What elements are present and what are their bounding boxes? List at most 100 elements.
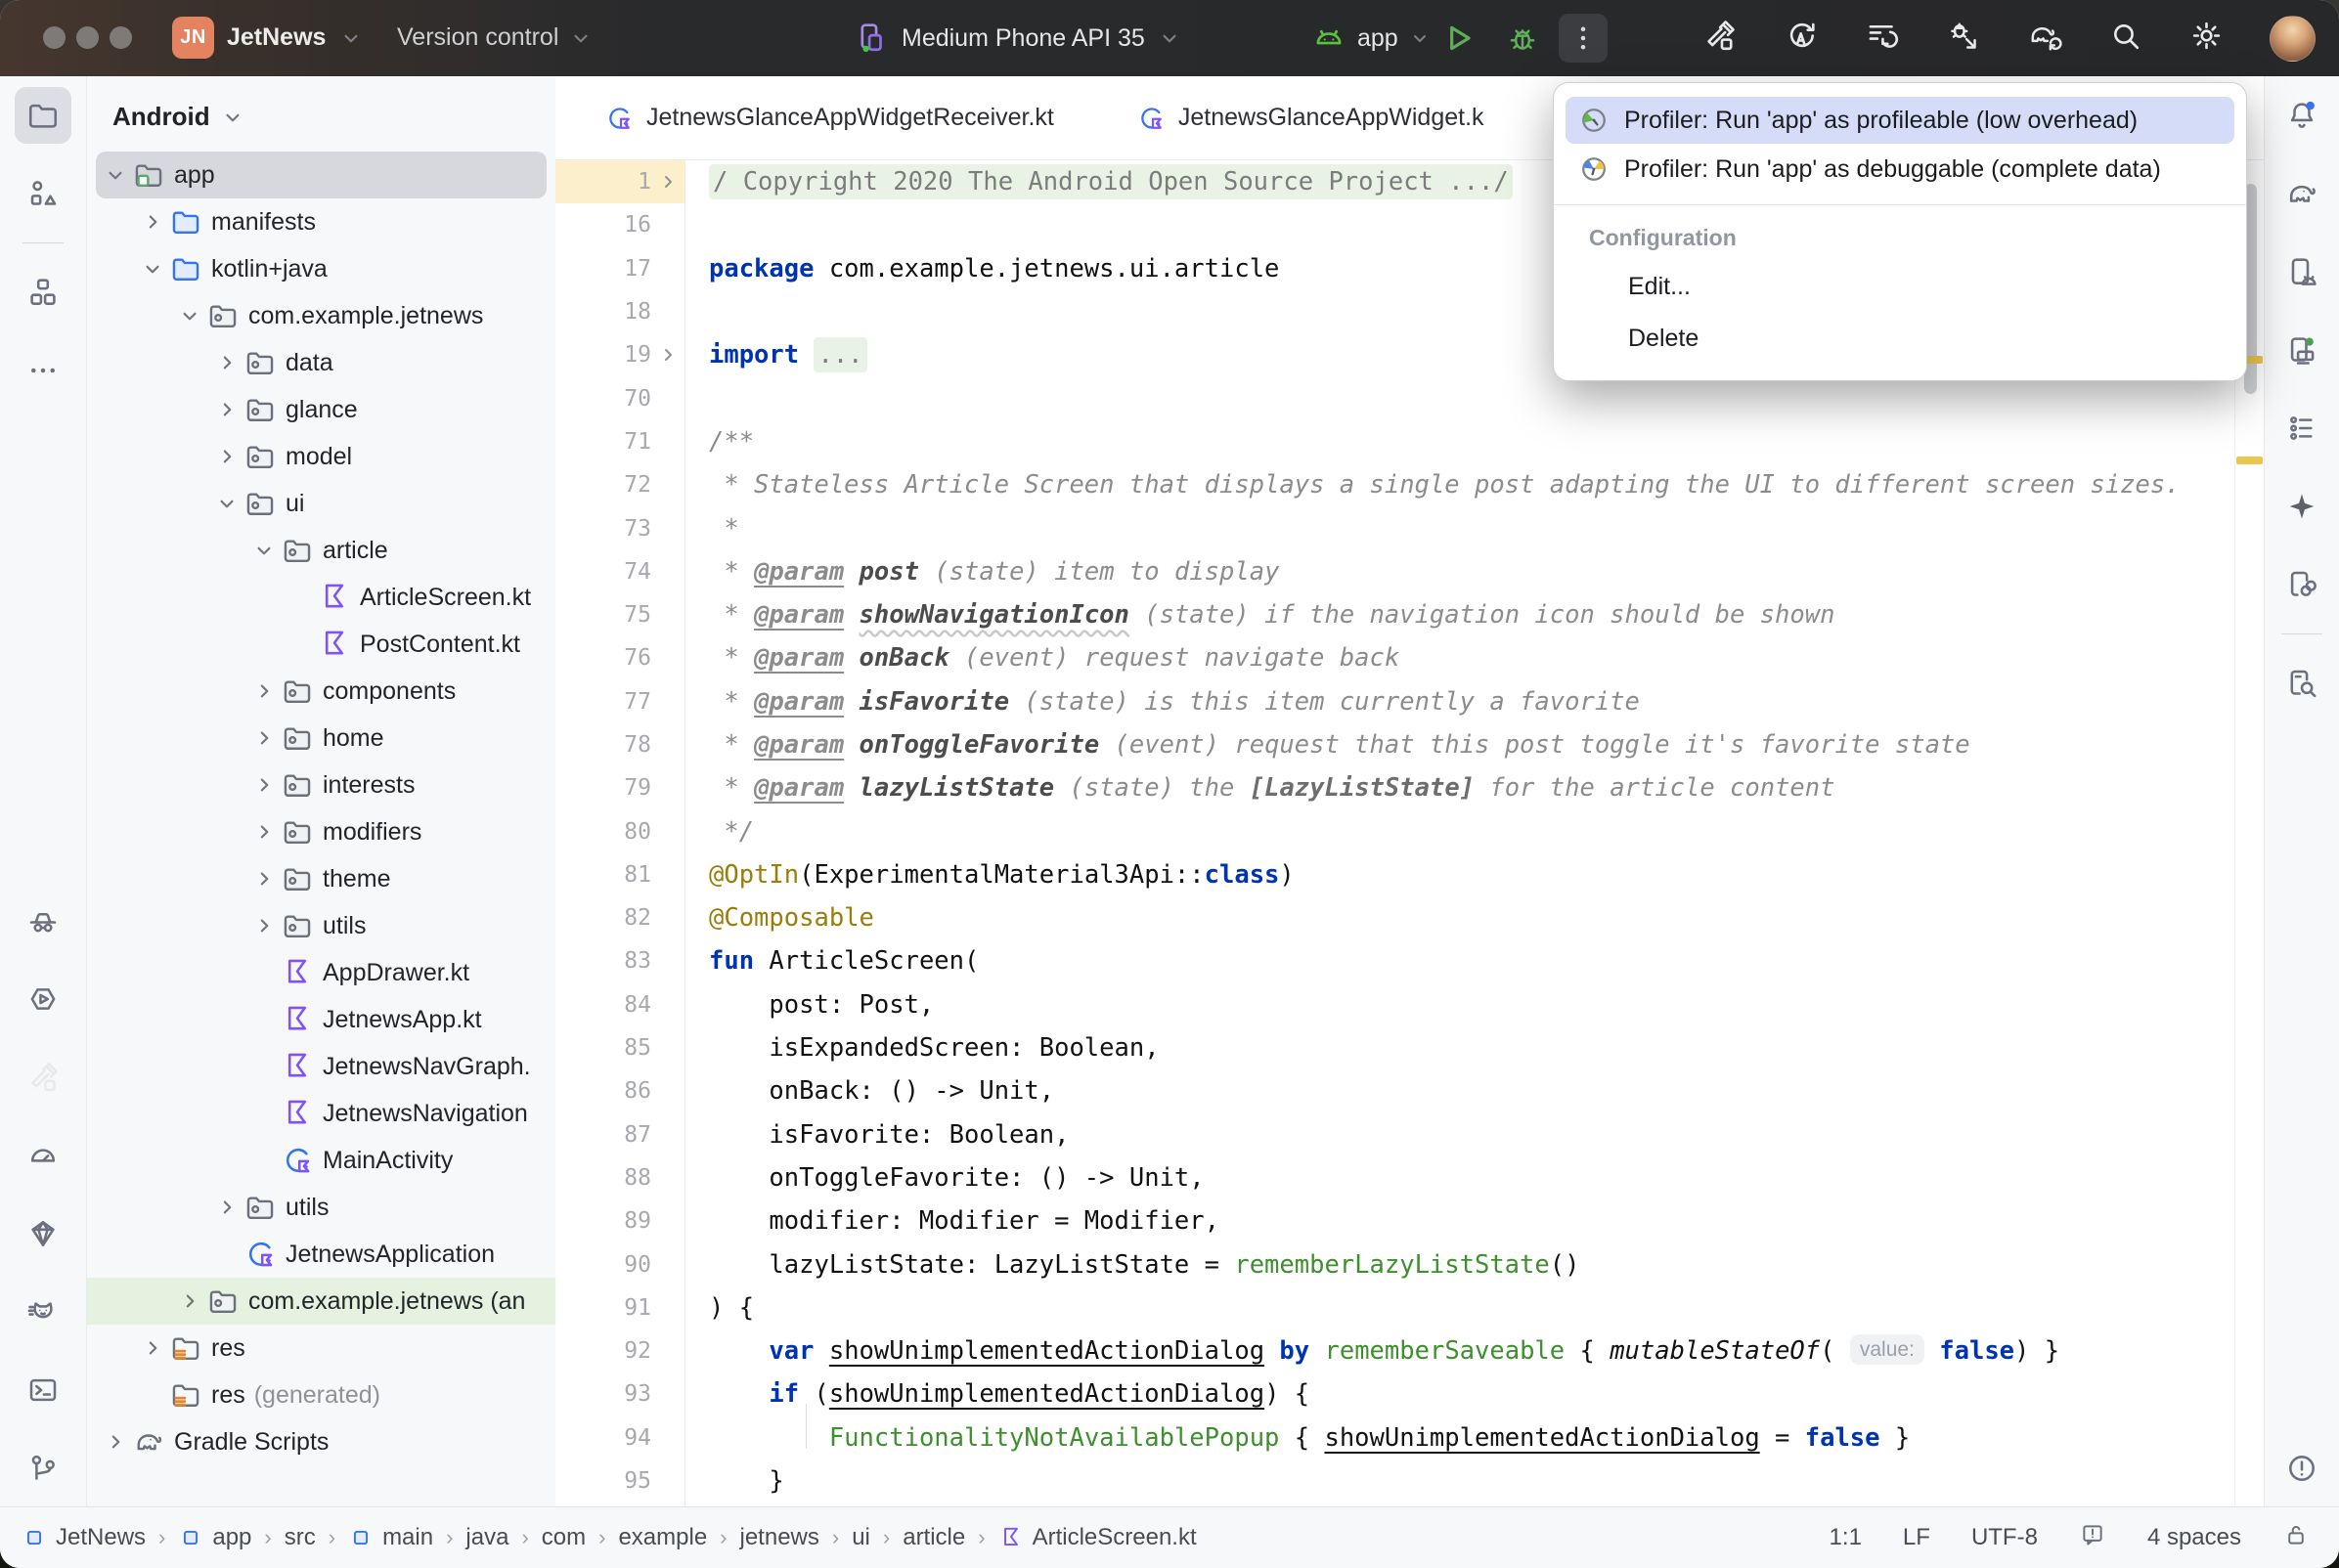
code-line[interactable]: 87 isFavorite: Boolean, — [555, 1113, 2265, 1156]
status-line-separator[interactable]: LF — [1903, 1524, 1930, 1551]
breadcrumb-item[interactable]: JetNews — [22, 1524, 146, 1551]
code-line[interactable]: 83fun ArticleScreen( — [555, 939, 2265, 982]
tree-item-appdrawer-kt[interactable]: AppDrawer.kt — [87, 949, 555, 996]
terminal-tool-button[interactable] — [15, 1362, 71, 1418]
breadcrumb-item[interactable]: article — [903, 1524, 965, 1551]
tree-item-res[interactable]: res(generated) — [87, 1372, 555, 1418]
app-inspection-tool-button[interactable] — [15, 1205, 71, 1262]
structure-blocks-tool-button[interactable] — [15, 264, 71, 321]
code-line[interactable]: 74 * @param post (state) item to display — [555, 550, 2265, 593]
debug-button[interactable] — [1498, 14, 1547, 63]
code-line[interactable]: 76 * @param onBack (event) request navig… — [555, 636, 2265, 679]
code-line[interactable]: 89 modifier: Modifier = Modifier, — [555, 1199, 2265, 1242]
logcat-tool-button[interactable] — [15, 1284, 71, 1340]
build-hammer-button[interactable] — [1701, 18, 1738, 59]
chevron-right-dark-icon[interactable] — [251, 913, 277, 938]
tree-item-theme[interactable]: theme — [87, 855, 555, 902]
zoom-window-button[interactable] — [110, 26, 132, 49]
tree-item-data[interactable]: data — [87, 339, 555, 386]
vcs-menu[interactable]: Version control — [397, 23, 594, 52]
tree-item-res[interactable]: res — [87, 1325, 555, 1372]
code-line[interactable]: 79 * @param lazyListState (state) the [L… — [555, 766, 2265, 809]
tree-item-utils[interactable]: utils — [87, 902, 555, 949]
project-selector[interactable]: JetNews — [227, 23, 326, 52]
gradle-sync-button[interactable] — [2026, 18, 2062, 59]
tree-item-com-example-jetnews[interactable]: com.example.jetnews — [87, 292, 555, 339]
tree-item-com-example-jetnews-an[interactable]: com.example.jetnews (an — [87, 1278, 555, 1325]
structure-list-tool-button[interactable] — [2273, 400, 2330, 457]
code-line[interactable]: 82@Composable — [555, 896, 2265, 939]
git-branch-tool-button[interactable] — [15, 1440, 71, 1497]
tree-item-components[interactable]: components — [87, 668, 555, 715]
editor-tab[interactable]: JetnewsGlanceAppWidgetReceiver.kt — [563, 76, 1095, 159]
chevron-right-dark-icon[interactable] — [214, 397, 240, 422]
window-controls[interactable] — [43, 26, 132, 49]
attach-debugger-button[interactable] — [1945, 18, 1981, 59]
code-line[interactable]: 90 lazyListState: LazyListState = rememb… — [555, 1242, 2265, 1285]
profiler-gauge-tool-button[interactable] — [15, 1127, 71, 1184]
device-mirroring-tool-button[interactable] — [2273, 556, 2330, 613]
popup-item[interactable]: Profiler: Run 'app' as debuggable (compl… — [1566, 146, 2234, 193]
gemini-sparkle-tool-button[interactable] — [2273, 478, 2330, 535]
fold-arrow-icon[interactable] — [656, 170, 680, 194]
gradle-tool-button[interactable] — [2273, 165, 2330, 222]
chevron-down-dark-icon[interactable] — [140, 256, 165, 282]
notifications-bell-tool-button[interactable] — [2273, 87, 2330, 144]
minimize-window-button[interactable] — [76, 26, 99, 49]
status-indent-setting[interactable]: 4 spaces — [2147, 1524, 2241, 1551]
chevron-right-dark-icon[interactable] — [251, 866, 277, 892]
chevron-down-dark-icon[interactable] — [214, 491, 240, 516]
code-line[interactable]: 78 * @param onToggleFavorite (event) req… — [555, 723, 2265, 766]
fold-arrow-icon[interactable] — [656, 343, 680, 367]
run-button[interactable] — [1434, 14, 1482, 63]
code-line[interactable]: 80 */ — [555, 809, 2265, 852]
tree-item-article[interactable]: article — [87, 527, 555, 574]
profiler-sessions-button[interactable] — [1864, 18, 1900, 59]
tree-item-jetnewsnavgraph[interactable]: JetnewsNavGraph. — [87, 1043, 555, 1090]
status-caret-position[interactable]: 1:1 — [1830, 1524, 1862, 1551]
breadcrumb-item[interactable]: app — [178, 1524, 251, 1551]
breadcrumb-item[interactable]: main — [348, 1524, 433, 1551]
code-line[interactable]: 73 * — [555, 506, 2265, 549]
project-view-selector[interactable]: Android — [87, 76, 555, 152]
run-configuration-selector[interactable]: app — [1310, 20, 1432, 57]
breadcrumb-item[interactable]: ui — [852, 1524, 870, 1551]
popup-item-edit[interactable]: Edit... — [1554, 261, 2246, 313]
tree-item-kotlin-java[interactable]: kotlin+java — [87, 245, 555, 292]
search-everywhere-button[interactable] — [2107, 18, 2143, 59]
breadcrumb-item[interactable]: example — [618, 1524, 707, 1551]
popup-item[interactable]: Profiler: Run 'app' as profileable (low … — [1566, 97, 2234, 144]
chevron-right-dark-icon[interactable] — [177, 1288, 202, 1314]
chevron-right-dark-icon[interactable] — [140, 209, 165, 235]
device-manager-tool-button[interactable] — [2273, 243, 2330, 300]
code-line[interactable]: 71/** — [555, 420, 2265, 463]
app-quality-insights-tool-button[interactable] — [15, 893, 71, 949]
breadcrumb-item[interactable]: jetnews — [740, 1524, 819, 1551]
tree-item-glance[interactable]: glance — [87, 386, 555, 433]
settings-gear-button[interactable] — [2188, 18, 2225, 59]
running-devices-tool-button[interactable] — [2273, 322, 2330, 378]
chevron-right-dark-icon[interactable] — [214, 350, 240, 375]
close-window-button[interactable] — [43, 26, 66, 49]
code-line[interactable]: 85 isExpandedScreen: Boolean, — [555, 1026, 2265, 1069]
code-line[interactable]: 72 * Stateless Article Screen that displ… — [555, 463, 2265, 506]
tree-item-mainactivity[interactable]: MainActivity — [87, 1137, 555, 1184]
code-line[interactable]: 75 * @param showNavigationIcon (state) i… — [555, 593, 2265, 636]
chevron-right-dark-icon[interactable] — [103, 1429, 128, 1455]
chevron-right-dark-icon[interactable] — [214, 1195, 240, 1220]
chevron-right-dark-icon[interactable] — [251, 678, 277, 704]
breadcrumb-item[interactable]: ArticleScreen.kt — [998, 1524, 1197, 1551]
chevron-right-dark-icon[interactable] — [251, 725, 277, 751]
tree-item-manifests[interactable]: manifests — [87, 198, 555, 245]
tree-item-postcontent-kt[interactable]: PostContent.kt — [87, 621, 555, 668]
more-run-options-button[interactable] — [1559, 14, 1608, 63]
chevron-down-dark-icon[interactable] — [103, 162, 128, 188]
tree-item-home[interactable]: home — [87, 715, 555, 762]
build-hammer-tool-button[interactable] — [15, 1049, 71, 1106]
code-line[interactable]: 77 * @param isFavorite (state) is this i… — [555, 680, 2265, 723]
code-line[interactable]: 92 var showUnimplementedActionDialog by … — [555, 1329, 2265, 1372]
tree-item-jetnewsnavigation[interactable]: JetnewsNavigation — [87, 1090, 555, 1137]
tree-item-gradle-scripts[interactable]: Gradle Scripts — [87, 1418, 555, 1465]
tree-item-app[interactable]: app — [96, 152, 547, 198]
tree-item-ui[interactable]: ui — [87, 480, 555, 527]
